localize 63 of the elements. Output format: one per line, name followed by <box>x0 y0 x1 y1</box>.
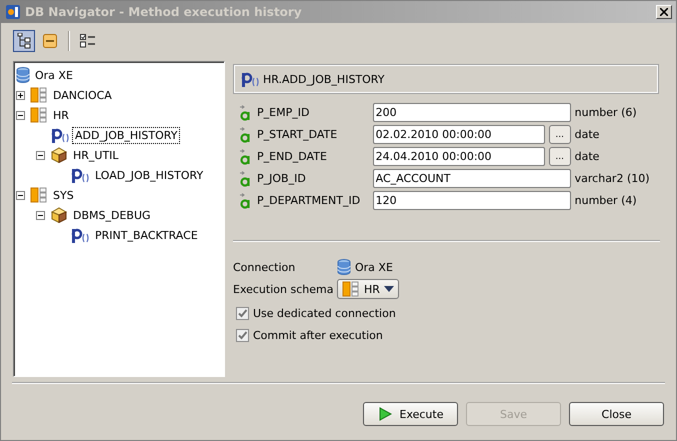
close-button[interactable] <box>656 5 672 19</box>
schema-icon <box>30 107 48 123</box>
parameter-type: number (6) <box>574 106 638 119</box>
checkbox-label: Commit after execution <box>253 329 383 342</box>
dialog-button[interactable]: Close <box>569 402 664 426</box>
tree-item[interactable]: Ora XE <box>32 66 76 84</box>
schema-dropdown[interactable]: HR <box>337 279 399 299</box>
collapse-icon <box>43 34 57 48</box>
package-icon <box>50 147 68 163</box>
checkbox[interactable] <box>236 307 249 320</box>
schema-icon <box>30 187 48 203</box>
tree-item[interactable]: DANCIOCA <box>50 86 115 104</box>
schema-icon <box>30 87 48 103</box>
tree-item[interactable]: DBMS_DEBUG <box>70 206 154 224</box>
date-picker-button[interactable]: ... <box>548 125 571 144</box>
execute-button[interactable]: Execute <box>363 402 458 426</box>
tree-item[interactable]: HR <box>50 106 72 124</box>
play-icon <box>378 407 392 421</box>
procedure-icon <box>50 126 70 144</box>
parameter-name: P_END_DATE <box>257 150 327 163</box>
tree-item[interactable]: HR_UTIL <box>70 146 122 164</box>
schema-label: Execution schema <box>233 282 334 296</box>
parameter-field[interactable]: AC_ACCOUNT <box>372 169 571 188</box>
tree-view-icon <box>17 33 31 49</box>
parameter-name: P_JOB_ID <box>257 172 306 185</box>
database-icon <box>16 67 30 83</box>
tree-item[interactable]: ADD_JOB_HISTORY <box>72 126 180 144</box>
checkbox[interactable] <box>236 329 249 342</box>
tree-item[interactable]: PRINT_BACKTRACE <box>92 226 201 244</box>
window-title: DB Navigator - Method execution history <box>25 5 303 19</box>
parameter-field[interactable]: 02.02.2010 00:00:00 <box>372 125 545 144</box>
app-icon <box>5 4 21 20</box>
schema-icon <box>342 281 360 297</box>
tree-item[interactable]: LOAD_JOB_HISTORY <box>92 166 206 184</box>
tree-item[interactable]: SYS <box>50 186 77 204</box>
checkbox-label: Use dedicated connection <box>253 307 396 320</box>
parameter-name: P_DEPARTMENT_ID <box>257 194 360 207</box>
connection-label: Connection <box>233 260 296 274</box>
date-picker-button[interactable]: ... <box>548 147 571 166</box>
checklist-icon <box>80 34 96 48</box>
parameter-type: date <box>574 150 600 163</box>
procedure-icon <box>240 70 260 88</box>
parameter-type: varchar2 (10) <box>574 172 651 185</box>
parameter-field[interactable]: 120 <box>372 191 571 210</box>
procedure-icon <box>70 226 90 244</box>
collapse-toggle[interactable] <box>36 150 45 160</box>
parameter-name: P_START_DATE <box>257 128 338 141</box>
toolbar-button[interactable] <box>13 30 35 52</box>
connection-value: Ora XE <box>355 260 393 274</box>
procedure-icon <box>70 166 90 184</box>
collapse-toggle[interactable] <box>16 190 25 200</box>
parameter-name: P_EMP_ID <box>257 106 310 119</box>
package-icon <box>50 207 68 223</box>
parameter-field[interactable]: 200 <box>372 103 571 122</box>
parameter-type: date <box>574 128 600 141</box>
parameter-field[interactable]: 24.04.2010 00:00:00 <box>372 147 545 166</box>
collapse-toggle[interactable] <box>36 210 45 220</box>
close-icon <box>660 8 668 16</box>
collapse-toggle[interactable] <box>16 110 25 120</box>
method-title: HR.ADD_JOB_HISTORY <box>263 72 384 86</box>
parameter-type: number (4) <box>574 194 638 207</box>
expand-toggle[interactable] <box>16 90 25 100</box>
database-icon <box>337 259 351 275</box>
